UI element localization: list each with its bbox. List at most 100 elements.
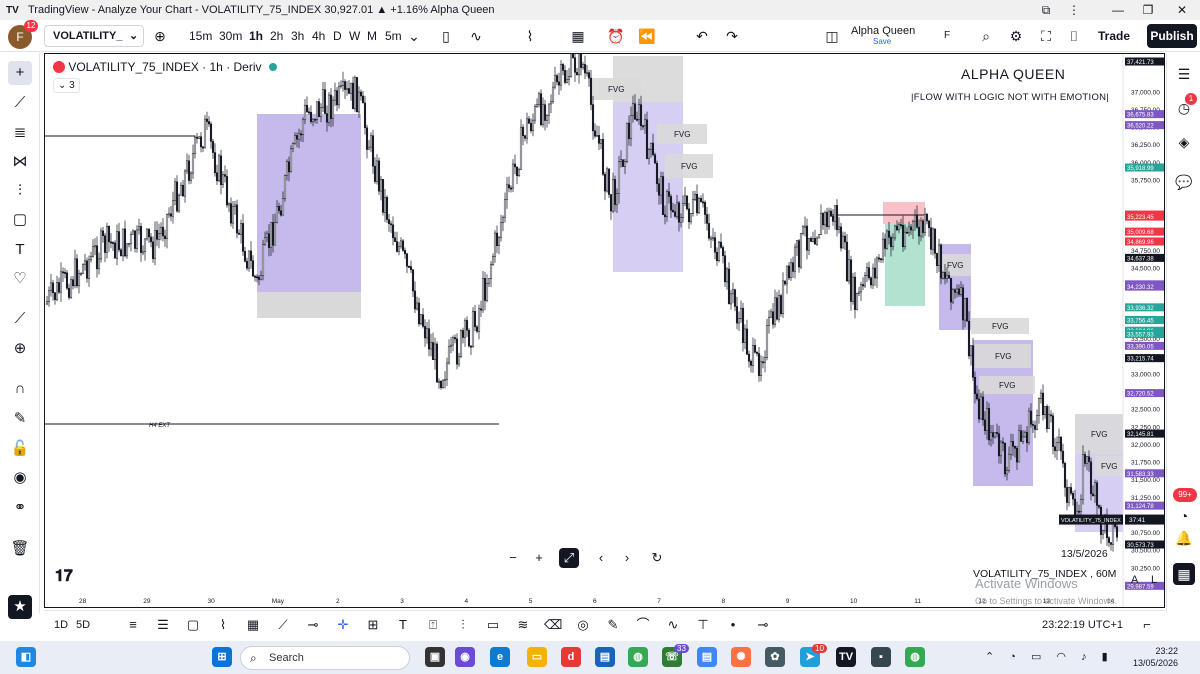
interval-4h[interactable]: 4h [312, 28, 325, 44]
lock-icon[interactable]: 🔓 [8, 437, 32, 461]
interval-1h[interactable]: 1h [249, 28, 263, 44]
bell-icon[interactable]: 🔔 [1173, 527, 1195, 549]
price-range-icon[interactable]: ⊸ [754, 616, 772, 634]
interval-15m[interactable]: 15m [189, 28, 212, 44]
chrome-profile-icon[interactable]: ◍ [905, 647, 925, 667]
publish-button[interactable]: Publish [1147, 24, 1197, 48]
callout-icon[interactable]: ▭ [484, 616, 502, 634]
price-chart[interactable]: FVG FVG FVG FVG FVG FVG FVG FVG FVG H4 EXT 37,000.… [45, 54, 1165, 608]
alert-icon[interactable]: ⏰ [606, 26, 626, 46]
docs-icon[interactable]: ▤ [697, 647, 717, 667]
fullscreen-icon[interactable]: ⛶ [1036, 26, 1056, 46]
pattern-icon[interactable]: ⋈ [8, 150, 32, 174]
arc-icon[interactable]: ⌒ [634, 616, 652, 634]
text-icon[interactable]: T [394, 616, 412, 634]
start-icon[interactable]: ⊞ [212, 647, 232, 667]
utc-clock[interactable]: 23:22:19 UTC+1 [1042, 617, 1123, 633]
magnet-icon[interactable]: ∩ [8, 377, 32, 401]
file-explorer-icon[interactable]: ▭ [527, 647, 547, 667]
ruler-icon[interactable]: ⟋ [8, 307, 32, 331]
layout-panels-icon[interactable]: ◫ [822, 26, 842, 46]
taskbar-search[interactable]: ⌕ Search [240, 646, 410, 670]
chart-canvas[interactable]: FVG FVG FVG FVG FVG FVG FVG FVG FVG H4 EXT 37,000.… [44, 53, 1165, 608]
apps-grid-icon[interactable]: ▦ [1173, 563, 1195, 585]
eraser-icon[interactable]: ⌫ [544, 616, 562, 634]
tradingview-taskbar-icon[interactable]: TV [836, 647, 856, 667]
interval-d[interactable]: D [333, 28, 342, 44]
settings-icon[interactable]: ⚙ [1006, 26, 1026, 46]
watchlist-icon[interactable]: ☰ [1173, 63, 1195, 85]
trade-button[interactable]: Trade [1098, 26, 1130, 46]
chatgpt-icon[interactable]: ✿ [765, 647, 785, 667]
crosshair-icon[interactable]: ✛ [334, 616, 352, 634]
task-view-icon[interactable]: ▣ [425, 647, 445, 667]
note-icon[interactable]: ⍐ [424, 616, 442, 634]
extension-icon[interactable]: ⧉ [1034, 2, 1058, 18]
text-tool-icon[interactable]: T [8, 238, 32, 262]
brush-icon[interactable]: ✎ [604, 616, 622, 634]
indicator-count[interactable]: ⌄ 3 [53, 78, 80, 93]
interval-5m[interactable]: 5m [385, 28, 402, 44]
heart-icon[interactable]: ♡ [8, 267, 32, 291]
layout-grid-icon[interactable]: ▦ [568, 26, 588, 46]
interval-3h[interactable]: 3h [291, 28, 304, 44]
line-icon[interactable]: ⟋ [274, 616, 292, 634]
path-icon[interactable]: ⌇ [214, 616, 232, 634]
pencil-lock-icon[interactable]: ✎ [8, 407, 32, 431]
system-tray-icons[interactable]: ⌃ ◔ ▭ ◠ ♪ ▮ [985, 650, 1114, 663]
refresh-button[interactable]: ↻ [647, 548, 667, 568]
fib-channel-icon[interactable]: ☰ [154, 616, 172, 634]
anchor-text-icon[interactable]: ⊤ [694, 616, 712, 634]
vertical-line-icon[interactable]: ⫶ [454, 616, 472, 634]
maximize-panel-icon[interactable]: ⌐ [1138, 616, 1156, 634]
crosshair-icon[interactable]: + [8, 61, 32, 85]
camera-icon[interactable]: ⌷ [1064, 26, 1084, 46]
compare-add-icon[interactable]: ⊕ [150, 26, 170, 46]
app-dark-icon[interactable]: ▪ [871, 647, 891, 667]
menu-icon[interactable]: ⋮ [1062, 2, 1086, 18]
dot-icon[interactable]: • [724, 616, 742, 634]
shapes-icon[interactable]: ▢ [8, 208, 32, 232]
system-clock[interactable]: 23:22 13/05/2026 [1120, 645, 1178, 669]
scroll-left-button[interactable]: ‹ [591, 548, 611, 568]
meet-icon[interactable]: ◉ [455, 647, 475, 667]
eye-icon[interactable]: ◉ [8, 466, 32, 490]
sun-app-icon[interactable]: ✺ [731, 647, 751, 667]
candles-icon[interactable]: ▯ [436, 26, 456, 46]
idea-icon[interactable]: ◔ [1173, 505, 1195, 527]
forecast-icon[interactable]: ⫶ [8, 179, 32, 203]
link-icon[interactable]: ⚭ [8, 496, 32, 520]
store-icon[interactable]: ▤ [595, 647, 615, 667]
grid-icon[interactable]: ▦ [244, 616, 262, 634]
layout-shortcut[interactable]: F [944, 28, 950, 44]
close-icon[interactable]: ✕ [1170, 2, 1194, 18]
rectangle-icon[interactable]: ▢ [184, 616, 202, 634]
avatar[interactable]: F 12 [8, 20, 38, 49]
app-red-icon[interactable]: d [561, 647, 581, 667]
layers-icon[interactable]: ◈ [1173, 131, 1195, 153]
interval-30m[interactable]: 30m [219, 28, 242, 44]
chevron-down-icon[interactable]: ⌄ [404, 26, 424, 46]
fib-icon[interactable]: ≣ [8, 121, 32, 145]
indicators-icon[interactable]: ⌇ [520, 26, 540, 46]
replay-icon[interactable]: ⏪ [637, 26, 657, 46]
trash-icon[interactable]: 🗑 [8, 537, 32, 561]
symbol-search-button[interactable]: VOLATILITY_ ⌄ [44, 25, 144, 47]
interval-m[interactable]: M [367, 28, 377, 44]
fib-retracement-icon[interactable]: ≡ [124, 616, 142, 634]
zoom-in-button[interactable]: + [529, 548, 549, 568]
horizontal-ray-icon[interactable]: ⊸ [304, 616, 322, 634]
chat-icon[interactable]: 💬 [1173, 171, 1195, 193]
reset-view-button[interactable]: ⤢ [559, 548, 579, 568]
curve-icon[interactable]: ∿ [664, 616, 682, 634]
snap-layout-icon[interactable]: ◧ [16, 647, 36, 667]
layout-name[interactable]: Alpha Queen [851, 25, 915, 37]
range-5d-button[interactable]: 5D [76, 617, 90, 633]
search-icon[interactable]: ⌕ [976, 26, 996, 46]
measure-icon[interactable]: ⊞ [364, 616, 382, 634]
undo-icon[interactable]: ↶ [692, 26, 712, 46]
redo-icon[interactable]: ↷ [722, 26, 742, 46]
maximize-icon[interactable]: ❐ [1136, 2, 1160, 18]
zoom-in-icon[interactable]: ⊕ [8, 337, 32, 361]
interval-2h[interactable]: 2h [270, 28, 283, 44]
